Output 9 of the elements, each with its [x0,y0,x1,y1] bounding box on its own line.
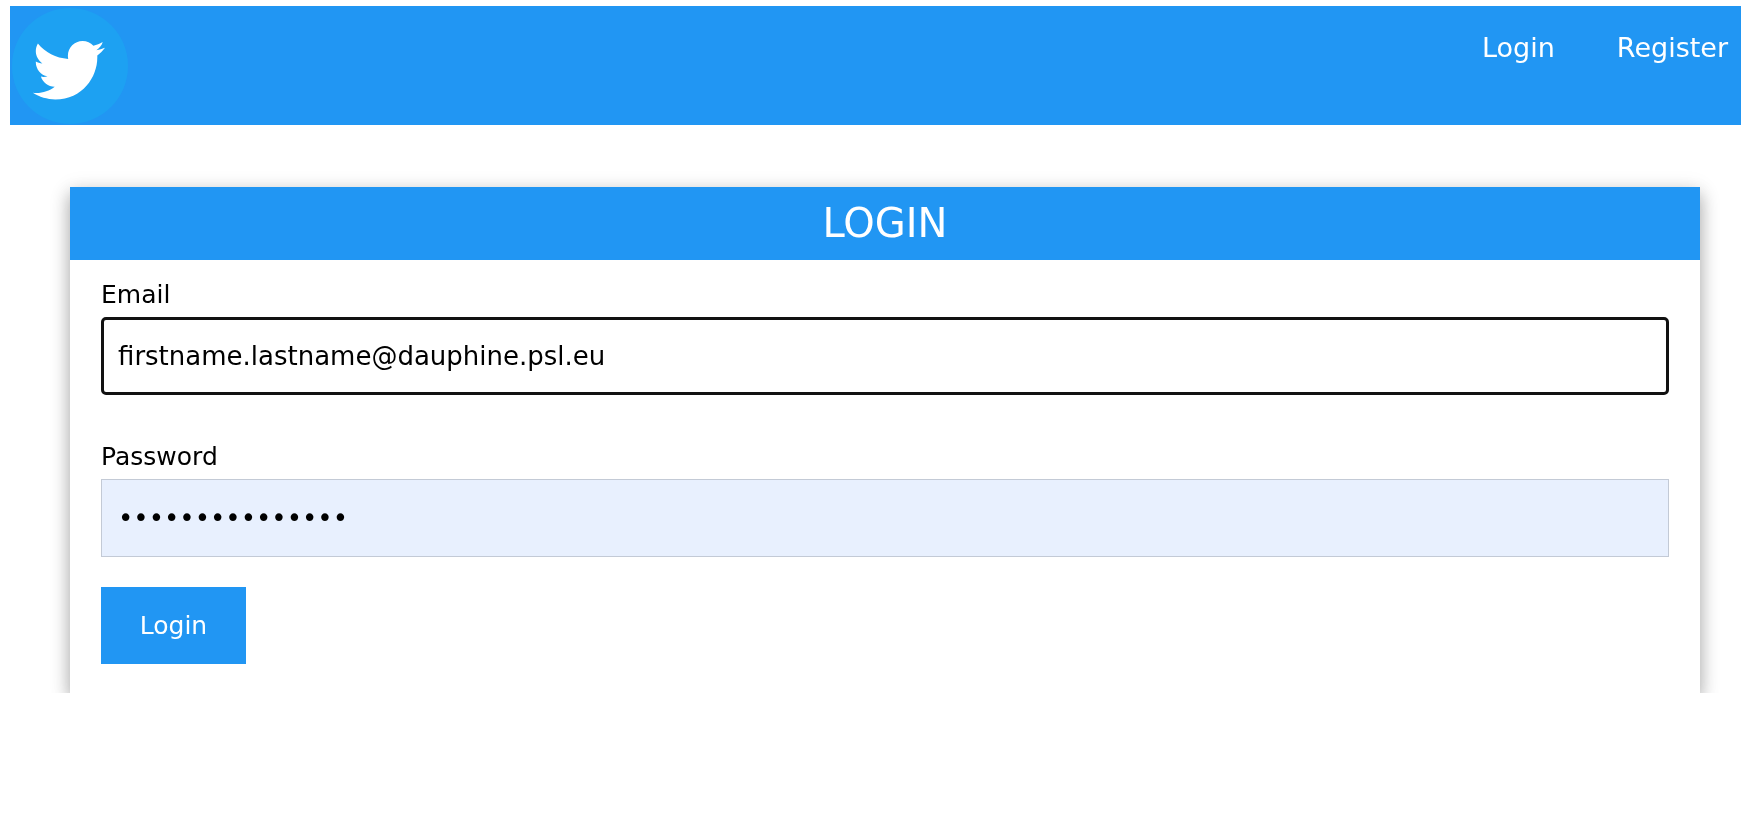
nav-link[interactable]: Register [1616,32,1728,64]
field-label: Password [101,442,218,472]
bird-logo-icon[interactable] [12,7,128,124]
input-field[interactable]: firstname.lastname@dauphine.psl.eu [101,317,1669,395]
input-field[interactable]: ••••••••••••••• [101,479,1669,557]
nav-link[interactable]: Login [1482,32,1555,64]
field-label: Email [101,280,171,310]
login-button[interactable]: Login [101,587,246,664]
card-title: LOGIN [70,187,1700,260]
